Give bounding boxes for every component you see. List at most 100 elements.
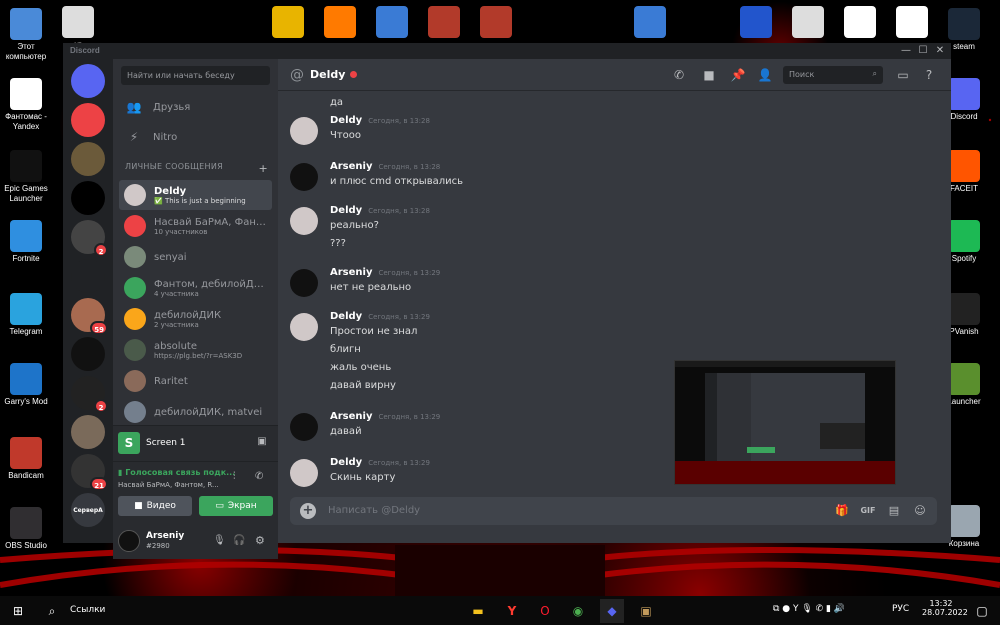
desktop-shortcut[interactable]: Этот компьютер [0, 8, 52, 62]
dm-item[interactable]: Фантом, дебилойДИК... 4 участника [119, 273, 272, 303]
dm-item[interactable]: absolute https://plg.bet/?r=ASK3D [119, 335, 272, 365]
desktop-shortcut[interactable] [624, 6, 676, 40]
dm-item[interactable]: дебилойДИК 2 участника [119, 304, 272, 334]
avatar[interactable] [290, 163, 318, 191]
message-author[interactable]: Arseniy [330, 161, 372, 172]
home-button[interactable] [71, 64, 105, 98]
desktop-shortcut[interactable]: Epic Games Launcher [0, 150, 52, 204]
message-author[interactable]: Deldy [330, 457, 362, 468]
avatar[interactable] [290, 117, 318, 145]
taskbar-search-label[interactable]: Ссылки [70, 605, 105, 615]
chat-search-input[interactable]: Поиск ⌕ [783, 66, 883, 84]
gif-icon[interactable]: GIF [860, 503, 876, 519]
add-friend-icon[interactable]: 👤 [757, 67, 773, 83]
nitro-nav-item[interactable]: ⚡ Nitro [113, 122, 278, 152]
emoji-icon[interactable]: ☺ [912, 503, 928, 519]
avatar[interactable] [290, 207, 318, 235]
server-icon[interactable]: 2 [71, 220, 108, 257]
maximize-button[interactable]: ☐ [914, 44, 932, 58]
help-icon[interactable]: ? [921, 67, 937, 83]
message-author[interactable]: Arseniy [330, 267, 372, 278]
message-header: Deldy Сегодня, в 13:28 [330, 115, 430, 126]
discord-taskbar-icon[interactable]: ◆ [600, 599, 624, 623]
sticker-icon[interactable]: ▤ [886, 503, 902, 519]
server-icon[interactable]: 21 [71, 454, 108, 491]
dm-item[interactable]: Raritet [119, 366, 272, 396]
dm-item[interactable]: Насвай БаРмА, Фантом...10 участников [119, 211, 272, 241]
notifications-icon[interactable]: ▢ [970, 599, 994, 623]
desktop-shortcut[interactable] [782, 6, 834, 40]
file-explorer-icon[interactable]: ▬ [466, 599, 490, 623]
pin-icon[interactable]: 📌 [730, 67, 746, 83]
desktop-shortcut[interactable]: Fortnite [0, 220, 52, 264]
dm-subtitle: https://plg.bet/?r=ASK3D [154, 351, 243, 360]
opera-icon[interactable]: O [533, 599, 557, 623]
dm-item[interactable]: Deldy ✅ This is just a beginning [119, 180, 272, 210]
language-indicator[interactable]: РУС [892, 604, 909, 614]
stop-stream-icon[interactable]: ▣ [255, 436, 269, 450]
desktop-shortcut[interactable] [834, 6, 886, 40]
desktop-shortcut[interactable]: Garry's Mod [0, 363, 52, 407]
close-button[interactable]: ✕ [931, 44, 949, 58]
minimize-button[interactable]: — [897, 44, 915, 58]
message-author[interactable]: Deldy [330, 115, 362, 126]
search-icon[interactable]: ⌕ [40, 599, 64, 623]
desktop-shortcut[interactable] [886, 6, 938, 40]
inbox-icon[interactable]: ▭ [895, 67, 911, 83]
dm-item[interactable]: дебилойДИК, matvei [119, 397, 272, 427]
avatar[interactable] [290, 269, 318, 297]
headphones-icon[interactable]: 🎧 [233, 535, 245, 546]
server-icon[interactable]: 2 [71, 376, 108, 413]
disconnect-icon[interactable]: ✆ [255, 471, 263, 482]
server-icon[interactable] [71, 415, 105, 449]
start-button[interactable]: ⊞ [6, 599, 30, 623]
gift-icon[interactable]: 🎁 [834, 503, 850, 519]
chat-header: @ Deldy ✆ ■ 📌 👤 Поиск ⌕ ▭ ? [278, 59, 951, 91]
desktop-shortcut[interactable]: Фантомас - Yandex [0, 78, 52, 132]
server-icon[interactable] [71, 337, 105, 371]
gear-icon[interactable]: ⚙ [255, 534, 265, 547]
attach-button[interactable]: + [300, 503, 316, 519]
screen-button[interactable]: ▭ Экран [199, 496, 273, 516]
app-icon [10, 8, 42, 40]
voice-call-icon[interactable]: ✆ [671, 67, 687, 83]
desktop-shortcut[interactable] [470, 6, 522, 40]
microphone-icon[interactable]: 🎙 [213, 535, 226, 546]
server-icon[interactable]: СерверА [71, 493, 105, 527]
chrome-icon[interactable]: ◉ [566, 599, 590, 623]
desktop-shortcut[interactable] [366, 6, 418, 40]
desktop-shortcut[interactable] [262, 6, 314, 40]
desktop-shortcut[interactable] [314, 6, 366, 40]
server-icon[interactable] [71, 103, 105, 137]
yandex-browser-icon[interactable]: Y [500, 599, 524, 623]
message-author[interactable]: Arseniy [330, 411, 372, 422]
clock[interactable]: 13:32 28.07.2022 [922, 599, 968, 617]
dm-search-input[interactable]: Найти или начать беседу [121, 66, 270, 85]
desktop-shortcut[interactable] [730, 6, 782, 40]
video-call-icon[interactable]: ■ [701, 67, 717, 83]
friends-nav-item[interactable]: 👥 Друзья [113, 92, 278, 122]
message-composer[interactable]: + Написать @Deldy 🎁 GIF ▤ ☺ [290, 497, 937, 525]
desktop-shortcut[interactable]: Telegram [0, 293, 52, 337]
add-dm-button[interactable]: + [258, 162, 268, 175]
video-button[interactable]: ■ Видео [118, 496, 192, 516]
message-author[interactable]: Deldy [330, 311, 362, 322]
avatar[interactable] [290, 459, 318, 487]
screenshare-preview[interactable] [674, 360, 896, 485]
avatar[interactable] [290, 313, 318, 341]
server-icon[interactable] [71, 142, 105, 176]
dm-item[interactable]: senyai [119, 242, 272, 272]
server-icon[interactable] [71, 259, 105, 293]
server-icon[interactable] [71, 181, 105, 215]
tray-icons[interactable]: ⧉ ● Y 🎙 ✆ ▮ 🔊 [773, 604, 845, 614]
app-icon [948, 220, 980, 252]
message-author[interactable]: Deldy [330, 205, 362, 216]
desktop-shortcut[interactable]: Bandicam [0, 437, 52, 481]
server-icon[interactable]: 59 [71, 298, 108, 335]
desktop-shortcut[interactable]: OBS Studio [0, 507, 52, 551]
minecraft-launcher-icon[interactable]: ▣ [634, 599, 658, 623]
avatar[interactable] [290, 413, 318, 441]
desktop-shortcut[interactable] [418, 6, 470, 40]
noise-suppression-icon[interactable]: ⫶ [233, 471, 236, 482]
avatar[interactable] [118, 530, 140, 552]
